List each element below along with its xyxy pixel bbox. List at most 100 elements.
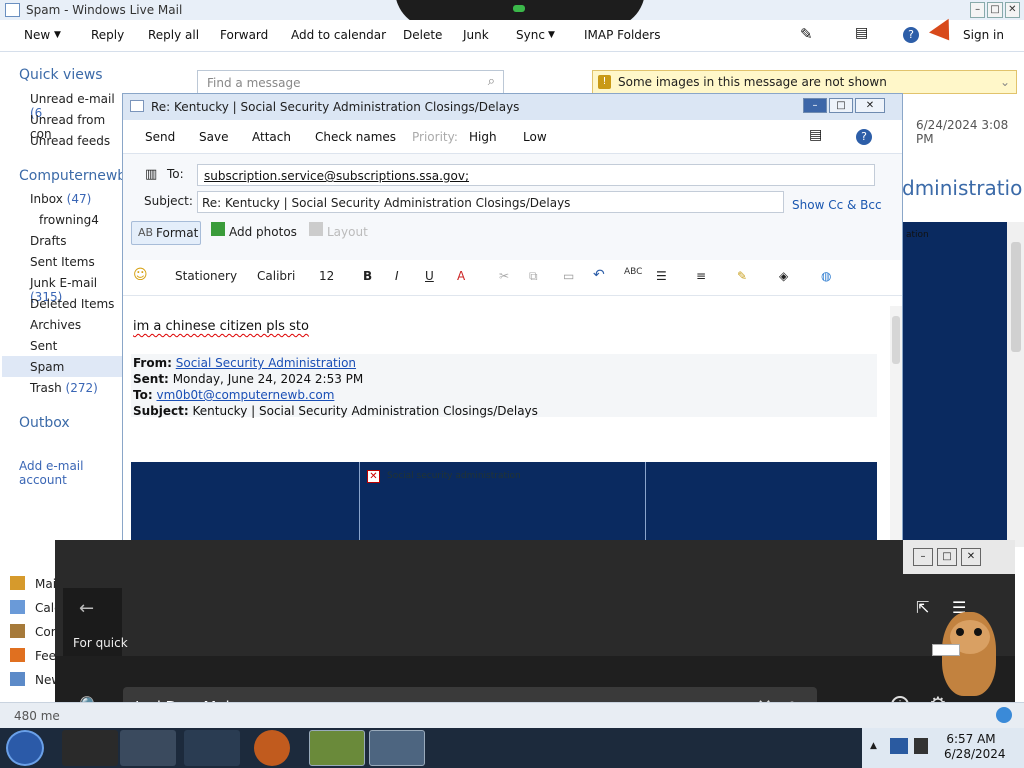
- close-button[interactable]: ✕: [1004, 2, 1020, 18]
- volume-icon[interactable]: [914, 738, 928, 754]
- quote-to-link[interactable]: vm0b0t@computernewb.com: [156, 388, 334, 402]
- underline-button[interactable]: U: [425, 269, 434, 283]
- check-names-button[interactable]: Check names: [315, 130, 396, 144]
- font-dropdown[interactable]: Calibri: [257, 269, 295, 283]
- sidebar-item-inbox[interactable]: Inbox (47): [30, 192, 91, 206]
- italic-button[interactable]: I: [395, 269, 399, 283]
- chevron-down-icon[interactable]: ▼: [548, 30, 555, 40]
- low-priority-button[interactable]: Low: [523, 130, 547, 144]
- minimize-button[interactable]: –: [970, 2, 986, 18]
- search-input[interactable]: Find a message ⌕: [197, 70, 504, 94]
- list-icon[interactable]: ☰: [656, 269, 667, 283]
- account-heading[interactable]: Computernewb: [19, 168, 126, 184]
- paste-icon[interactable]: ▭: [563, 269, 574, 283]
- sidebar-item-label: Inbox: [30, 192, 63, 206]
- add-to-calendar-button[interactable]: Add to calendar: [291, 28, 386, 42]
- tray-chevron-icon[interactable]: ▲: [870, 741, 877, 751]
- sidebar-item-sent[interactable]: Sent: [30, 339, 57, 353]
- reply-button[interactable]: Reply: [91, 28, 124, 42]
- sidebar-item-drafts[interactable]: Drafts: [30, 234, 67, 248]
- maximize-button[interactable]: □: [937, 548, 957, 566]
- sidebar-item-archives[interactable]: Archives: [30, 318, 81, 332]
- taskbar-app-explorer[interactable]: [62, 730, 118, 766]
- sidebar-item-unread-feeds[interactable]: Unread feeds: [30, 134, 110, 148]
- network-icon[interactable]: [890, 738, 908, 754]
- forward-button[interactable]: Forward: [220, 28, 268, 42]
- minimize-button[interactable]: –: [913, 548, 933, 566]
- nav-contacts[interactable]: Cor: [35, 625, 56, 639]
- typed-text[interactable]: im a chinese citizen pls sto: [133, 319, 309, 334]
- chevron-down-icon[interactable]: ▼: [54, 30, 61, 40]
- new-button[interactable]: New: [24, 28, 50, 42]
- layout-icon[interactable]: ▤: [809, 127, 822, 143]
- layout-tab[interactable]: Layout: [327, 225, 368, 239]
- taskbar-app-browser[interactable]: [184, 730, 240, 766]
- high-priority-button[interactable]: High: [469, 130, 497, 144]
- reading-scrollbar[interactable]: [1007, 222, 1024, 547]
- cut-icon[interactable]: ✂: [499, 269, 509, 283]
- save-button[interactable]: Save: [199, 130, 228, 144]
- share-icon[interactable]: ⇱: [916, 598, 929, 617]
- sign-in-link[interactable]: Sign in: [963, 28, 1004, 42]
- stationery-dropdown[interactable]: Stationery: [175, 269, 237, 283]
- close-button[interactable]: ✕: [855, 98, 885, 113]
- highlighter-icon[interactable]: ✎: [737, 269, 747, 283]
- taskbar-app-box[interactable]: [309, 730, 365, 766]
- taskbar-app-media[interactable]: [120, 730, 176, 766]
- help-icon[interactable]: ?: [856, 129, 872, 145]
- taskbar-app-mail[interactable]: [369, 730, 425, 766]
- clock[interactable]: 6:57 AM 6/28/2024: [944, 732, 1006, 762]
- undo-icon[interactable]: ↶: [593, 267, 605, 283]
- quick-views-heading[interactable]: Quick views: [19, 67, 103, 83]
- start-button[interactable]: [6, 730, 44, 766]
- back-arrow-icon[interactable]: ←: [79, 598, 94, 619]
- sidebar-item-sent-items[interactable]: Sent Items: [30, 255, 95, 269]
- bold-button[interactable]: B: [363, 269, 372, 283]
- address-book-icon[interactable]: ▥: [145, 167, 157, 182]
- sync-button[interactable]: Sync: [516, 28, 545, 42]
- paragraph-icon[interactable]: ≡: [696, 269, 706, 283]
- nav-feeds[interactable]: Fee: [35, 649, 56, 663]
- quote-from-link[interactable]: Social Security Administration: [176, 356, 356, 370]
- main-ribbon: New ▼ Reply Reply all Forward Add to cal…: [0, 20, 1024, 52]
- format-tab[interactable]: AB Format: [131, 221, 201, 245]
- taskbar-app-firefox[interactable]: [254, 730, 290, 766]
- to-recipient[interactable]: subscription.service@subscriptions.ssa.g…: [204, 169, 469, 183]
- maximize-button[interactable]: □: [987, 2, 1003, 18]
- sidebar-item-spam[interactable]: Spam: [30, 360, 64, 374]
- chevron-down-icon[interactable]: ⌄: [1000, 75, 1010, 89]
- minimize-button[interactable]: –: [803, 98, 827, 113]
- image-warning-bar[interactable]: ! Some images in this message are not sh…: [592, 70, 1017, 94]
- paint-brush-icon[interactable]: ✎: [800, 25, 813, 43]
- to-field[interactable]: subscription.service@subscriptions.ssa.g…: [197, 164, 875, 186]
- add-photos-icon: [211, 222, 225, 236]
- layout-icon[interactable]: ▤: [855, 25, 868, 41]
- sidebar-item-trash[interactable]: Trash (272): [30, 381, 98, 395]
- delete-button[interactable]: Delete: [403, 28, 442, 42]
- reply-all-button[interactable]: Reply all: [148, 28, 199, 42]
- font-color-button[interactable]: A: [457, 269, 465, 283]
- close-button[interactable]: ✕: [961, 548, 981, 566]
- emoticon-icon[interactable]: ☺: [133, 267, 148, 283]
- send-button[interactable]: Send: [145, 130, 175, 144]
- add-email-account-link[interactable]: Add e-mail account: [19, 459, 125, 487]
- outbox-heading[interactable]: Outbox: [19, 415, 70, 431]
- help-icon[interactable]: ?: [903, 27, 919, 43]
- sidebar-item-frowning4[interactable]: frowning4: [39, 213, 99, 227]
- message-title: dministration C: [902, 176, 1022, 200]
- paint-bucket-icon[interactable]: ◈: [779, 269, 788, 283]
- show-cc-bcc-link[interactable]: Show Cc & Bcc: [792, 198, 882, 212]
- hyperlink-icon[interactable]: ◍: [821, 269, 831, 283]
- imap-folders-button[interactable]: IMAP Folders: [584, 28, 661, 42]
- image-alt-text: Social security administration: [387, 471, 521, 481]
- junk-button[interactable]: Junk: [463, 28, 489, 42]
- add-photos-tab[interactable]: Add photos: [229, 225, 297, 239]
- nav-mail[interactable]: Mai: [35, 577, 56, 591]
- sidebar-item-deleted-items[interactable]: Deleted Items: [30, 297, 114, 311]
- subject-field[interactable]: Re: Kentucky | Social Security Administr…: [197, 191, 784, 213]
- attach-button[interactable]: Attach: [252, 130, 291, 144]
- maximize-button[interactable]: □: [829, 98, 853, 113]
- spelling-check-icon[interactable]: ABC: [624, 267, 642, 277]
- copy-icon[interactable]: ⧉: [529, 269, 538, 284]
- font-size-dropdown[interactable]: 12: [319, 269, 334, 283]
